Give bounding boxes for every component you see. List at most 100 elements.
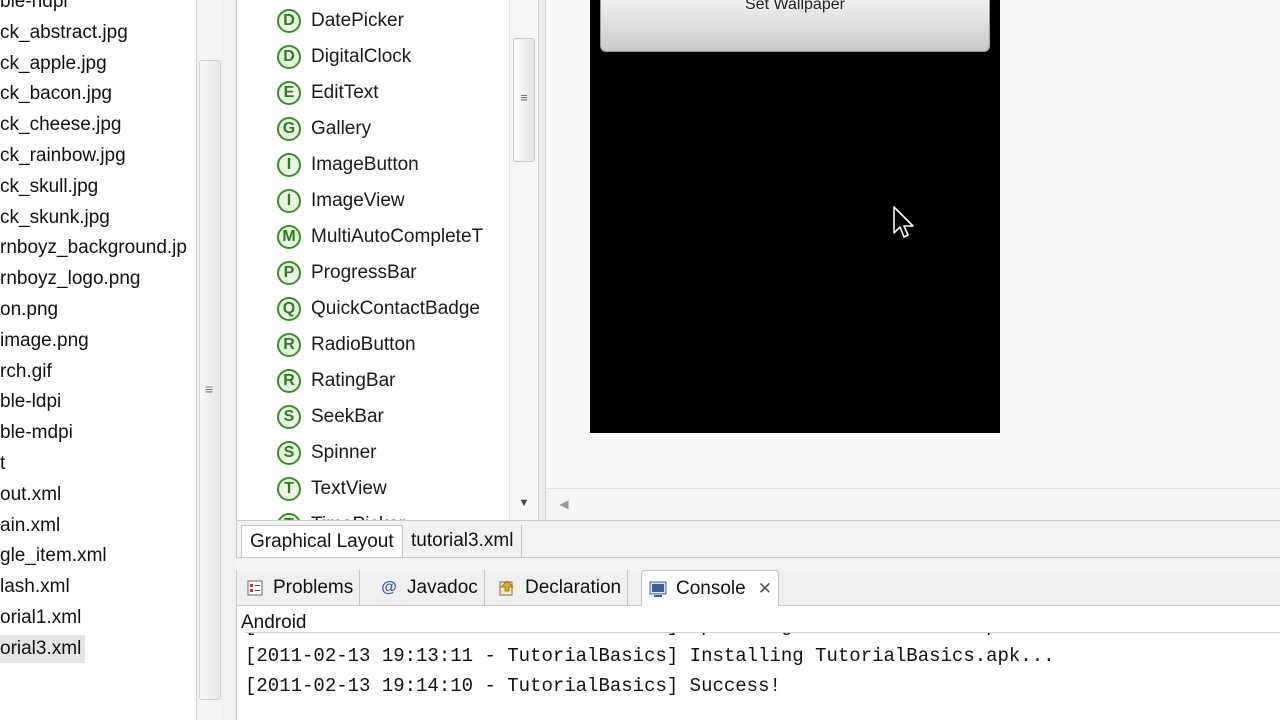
palette-scrollbar[interactable]: ≡ ▼ bbox=[509, 0, 537, 520]
palette-item-ratingbar[interactable]: R RatingBar bbox=[277, 366, 396, 396]
set-wallpaper-label: Set Wallpaper bbox=[745, 0, 845, 13]
palette-item-timepicker[interactable]: TTimePicker bbox=[277, 510, 405, 520]
file-tree-item[interactable]: ck_apple.jpg bbox=[0, 50, 107, 78]
declaration-icon bbox=[497, 578, 517, 598]
palette-item-label: ProgressBar bbox=[311, 262, 417, 283]
tab-problems[interactable]: Problems bbox=[239, 570, 361, 606]
widget-class-icon: G bbox=[277, 117, 301, 141]
widget-class-icon: M bbox=[277, 225, 301, 249]
scroll-down-arrow-icon[interactable]: ▼ bbox=[514, 494, 534, 512]
tab-problems-label: Problems bbox=[273, 577, 354, 598]
file-tree-item[interactable]: ck_bacon.jpg bbox=[0, 80, 112, 108]
palette-item-seekbar[interactable]: S SeekBar bbox=[277, 402, 384, 432]
bottom-views-panel: Problems @ Javadoc Declaration Console ✕… bbox=[236, 570, 1280, 720]
palette-item-datepicker[interactable]: D DatePicker bbox=[277, 6, 404, 36]
file-tree-item[interactable]: ck_cheese.jpg bbox=[0, 111, 121, 139]
palette-item-label: Gallery bbox=[311, 118, 372, 139]
console-icon bbox=[648, 579, 668, 599]
file-tree-item[interactable]: orial1.xml bbox=[0, 604, 81, 632]
file-tree-item[interactable]: on.png bbox=[0, 296, 58, 324]
palette-item-progressbar[interactable]: P ProgressBar bbox=[277, 258, 417, 288]
palette-item-edittext[interactable]: E EditText bbox=[277, 78, 379, 108]
palette-item-label: Spinner bbox=[311, 442, 377, 463]
set-wallpaper-button[interactable]: Set Wallpaper bbox=[600, 0, 990, 52]
palette-item-label: QuickContactBadge bbox=[311, 298, 480, 319]
palette-item-label: TextView bbox=[311, 478, 387, 499]
console-line: [2011-02-13 19:13:10 - TutorialBasics] U… bbox=[245, 633, 1280, 641]
file-tree-item[interactable]: t bbox=[0, 450, 5, 478]
explorer-scrollbar[interactable]: ≡ bbox=[196, 0, 222, 720]
palette-item-digitalclock[interactable]: D DigitalClock bbox=[277, 42, 411, 72]
file-tree-item[interactable]: orial3.xml bbox=[0, 634, 86, 663]
tab-graphical-layout[interactable]: Graphical Layout bbox=[241, 525, 403, 557]
file-tree-item[interactable]: ble-mdpi bbox=[0, 419, 73, 447]
package-explorer: ble-hdpi ck_abstract.jpg ck_apple.jpg ck_ba… bbox=[0, 0, 222, 720]
palette-item-gallery[interactable]: G Gallery bbox=[277, 114, 371, 144]
file-tree-item[interactable]: out.xml bbox=[0, 481, 61, 509]
palette-item-spinner[interactable]: S Spinner bbox=[277, 438, 377, 468]
widget-class-icon: D bbox=[277, 45, 301, 69]
console-title: Android bbox=[241, 612, 307, 633]
file-tree-item[interactable]: gle_item.xml bbox=[0, 542, 107, 570]
widget-class-icon: R bbox=[277, 369, 301, 393]
palette-item-quickcontactbadge[interactable]: Q QuickContactBadge bbox=[277, 294, 480, 324]
file-tree-item[interactable]: rnboyz_logo.png bbox=[0, 265, 141, 293]
tab-console[interactable]: Console ✕ bbox=[641, 570, 779, 606]
view-tab-bar: Problems @ Javadoc Declaration Console ✕ bbox=[237, 570, 1280, 606]
palette-item-imageview[interactable]: I ImageView bbox=[277, 186, 405, 216]
close-icon[interactable]: ✕ bbox=[758, 579, 772, 599]
panel-gap bbox=[222, 0, 236, 720]
tab-xml-source[interactable]: tutorial3.xml bbox=[403, 525, 523, 557]
palette-item-label: DigitalClock bbox=[311, 46, 412, 67]
device-screen-preview[interactable]: Set Wallpaper bbox=[590, 0, 1000, 433]
at-sign-icon: @ bbox=[381, 579, 397, 596]
panel-gap bbox=[236, 558, 1280, 570]
widget-class-icon: T bbox=[277, 477, 301, 501]
file-tree-item[interactable]: rnboyz_background.jp bbox=[0, 234, 187, 262]
palette-item-label: ImageView bbox=[311, 190, 405, 211]
file-tree-item[interactable]: ble-hdpi bbox=[0, 0, 68, 16]
tab-javadoc[interactable]: @ Javadoc bbox=[373, 570, 485, 606]
palette-item-label: MultiAutoCompleteT bbox=[311, 226, 484, 247]
console-line: [2011-02-13 19:13:11 - TutorialBasics] I… bbox=[245, 645, 1055, 667]
tab-declaration-label: Declaration bbox=[525, 577, 622, 598]
canvas-horizontal-scrollbar[interactable]: ◀ bbox=[546, 488, 1280, 520]
widget-palette: D DatePicker D DigitalClock E EditText G Galler… bbox=[236, 0, 538, 520]
file-tree-item[interactable]: lash.xml bbox=[0, 573, 70, 601]
file-tree-item[interactable]: ck_skunk.jpg bbox=[0, 204, 110, 232]
panel-divider[interactable] bbox=[538, 0, 546, 520]
tab-javadoc-label: Javadoc bbox=[407, 577, 478, 598]
console-output[interactable]: [2011-02-13 19:13:10 - TutorialBasics] U… bbox=[245, 632, 1280, 720]
grip-icon: ≡ bbox=[520, 90, 528, 105]
file-tree-item[interactable]: ain.xml bbox=[0, 512, 60, 540]
layout-canvas[interactable]: Set Wallpaper ◀ bbox=[546, 0, 1280, 520]
palette-item-imagebutton[interactable]: I ImageButton bbox=[277, 150, 419, 180]
editor-tab-bar: Graphical Layout tutorial3.xml bbox=[236, 520, 1280, 558]
file-tree-item[interactable]: ble-ldpi bbox=[0, 388, 61, 416]
palette-item-textview[interactable]: T TextView bbox=[277, 474, 387, 504]
palette-item-label: RadioButton bbox=[311, 334, 416, 355]
file-tree-item[interactable]: image.png bbox=[0, 327, 89, 355]
palette-item-label: DatePicker bbox=[311, 10, 404, 31]
tab-xml-source-label: tutorial3.xml bbox=[411, 530, 514, 551]
palette-item-radiobutton[interactable]: R RadioButton bbox=[277, 330, 416, 360]
file-tree-item[interactable]: ck_skull.jpg bbox=[0, 173, 98, 201]
palette-item-multiautocompletet[interactable]: M MultiAutoCompleteT bbox=[277, 222, 483, 252]
tab-graphical-layout-label: Graphical Layout bbox=[250, 531, 394, 552]
widget-class-icon: T bbox=[277, 513, 301, 520]
widget-class-icon: I bbox=[277, 189, 301, 213]
scroll-left-arrow-icon[interactable]: ◀ bbox=[556, 495, 572, 513]
problems-icon bbox=[245, 578, 265, 598]
widget-class-icon: E bbox=[277, 81, 301, 105]
widget-class-icon: Q bbox=[277, 297, 301, 321]
widget-class-icon: P bbox=[277, 261, 301, 285]
file-tree-item[interactable]: rch.gif bbox=[0, 358, 52, 386]
console-line: [2011-02-13 19:14:10 - TutorialBasics] S… bbox=[245, 675, 781, 697]
mouse-cursor-icon bbox=[893, 206, 914, 238]
palette-item-label: ImageButton bbox=[311, 154, 419, 175]
palette-item-label: EditText bbox=[311, 82, 379, 103]
file-tree-item[interactable]: ck_abstract.jpg bbox=[0, 19, 128, 47]
widget-class-icon: S bbox=[277, 405, 301, 429]
tab-declaration[interactable]: Declaration bbox=[491, 570, 629, 606]
file-tree-item[interactable]: ck_rainbow.jpg bbox=[0, 142, 126, 170]
